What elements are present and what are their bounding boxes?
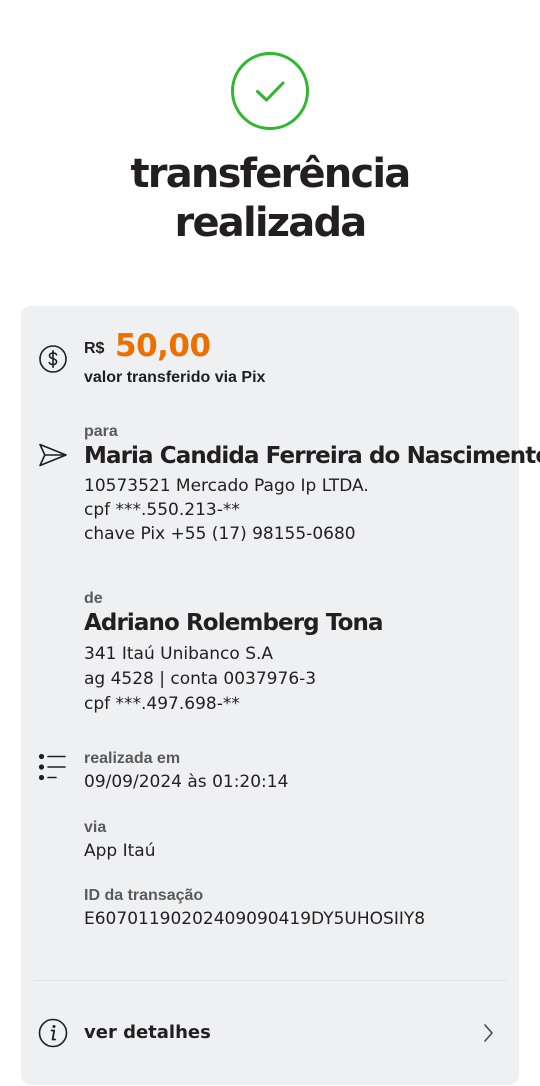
sender-label: de <box>84 590 103 607</box>
recipient-bank: 10573521 Mercado Pago Ip LTDA. <box>84 476 369 496</box>
via-label: via <box>84 819 107 836</box>
recipient-pix-key: chave Pix +55 (17) 98155-0680 <box>84 524 356 544</box>
sender-bank: 341 Itaú Unibanco S.A <box>84 644 274 664</box>
sender-cpf: cpf ***.497.698-** <box>84 694 240 714</box>
title-line-2: realizada <box>174 200 368 246</box>
list-icon <box>38 753 66 781</box>
chevron-right-icon <box>484 1024 493 1042</box>
recipient-cpf: cpf ***.550.213-** <box>84 500 240 520</box>
send-icon <box>39 443 67 467</box>
dollar-circle-icon <box>39 345 67 373</box>
info-icon <box>38 1018 68 1048</box>
recipient-label: para <box>84 423 118 440</box>
receipt-card: R$ 50,00 valor transferido via Pix para … <box>21 306 540 1085</box>
sender-name: Adriano Rolemberg Tona <box>84 610 383 636</box>
date-label: realizada em <box>84 750 181 767</box>
recipient-name: Maria Candida Ferreira do Nascimento <box>84 443 540 469</box>
amount-value: 50,00 <box>115 328 211 364</box>
transaction-id-label: ID da transação <box>84 887 204 904</box>
via-value: App Itaú <box>84 841 156 861</box>
divider <box>33 980 507 981</box>
more-details-label: ver detalhes <box>84 1022 211 1043</box>
date-value: 09/09/2024 às 01:20:14 <box>84 772 289 792</box>
amount-caption: valor transferido via Pix <box>84 369 266 386</box>
more-details-button[interactable]: ver detalhes <box>21 986 519 1079</box>
page-title: transferência realizada <box>0 150 540 248</box>
sender-account: ag 4528 | conta 0037976-3 <box>84 669 317 689</box>
currency-symbol: R$ <box>84 340 105 357</box>
title-line-1: transferência <box>130 151 411 197</box>
transaction-id-value: E60701190202409090419DY5UHOSIIY8 <box>84 909 426 929</box>
check-circle-icon <box>231 52 309 130</box>
